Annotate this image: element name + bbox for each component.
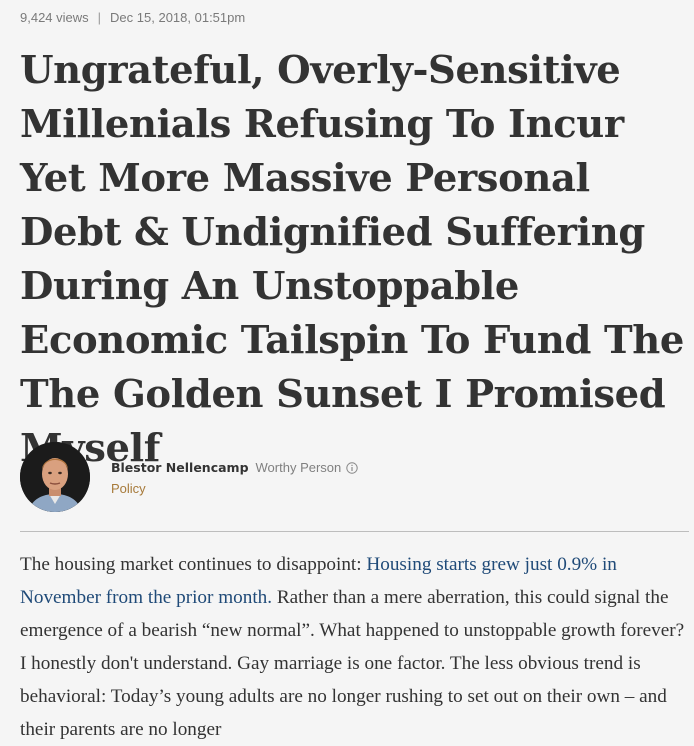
author-info: Blestor Nellencamp Worthy Person Policy [111,459,358,496]
author-byline: Blestor Nellencamp Worthy Person Policy [20,441,358,513]
info-icon[interactable] [346,461,358,474]
view-count: 9,424 views [20,10,89,25]
body-rest: Rather than a mere aberration, this coul… [20,587,685,740]
author-name[interactable]: Blestor Nellencamp [111,460,249,475]
article-body: The housing market continues to disappoi… [20,548,692,746]
author-role: Worthy Person [255,460,342,475]
body-intro: The housing market continues to disappoi… [20,554,367,575]
article-headline: Ungrateful, Overly-Sensitive Millenials … [20,48,684,471]
author-category[interactable]: Policy [111,481,358,496]
byline-divider [20,531,689,532]
article-meta: 9,424 views | Dec 15, 2018, 01:51pm [20,10,245,25]
publish-date: Dec 15, 2018, 01:51pm [110,10,246,25]
author-avatar[interactable] [20,442,90,512]
author-portrait-icon [20,442,90,512]
meta-separator: | [97,10,102,25]
author-line: Blestor Nellencamp Worthy Person [111,459,358,477]
